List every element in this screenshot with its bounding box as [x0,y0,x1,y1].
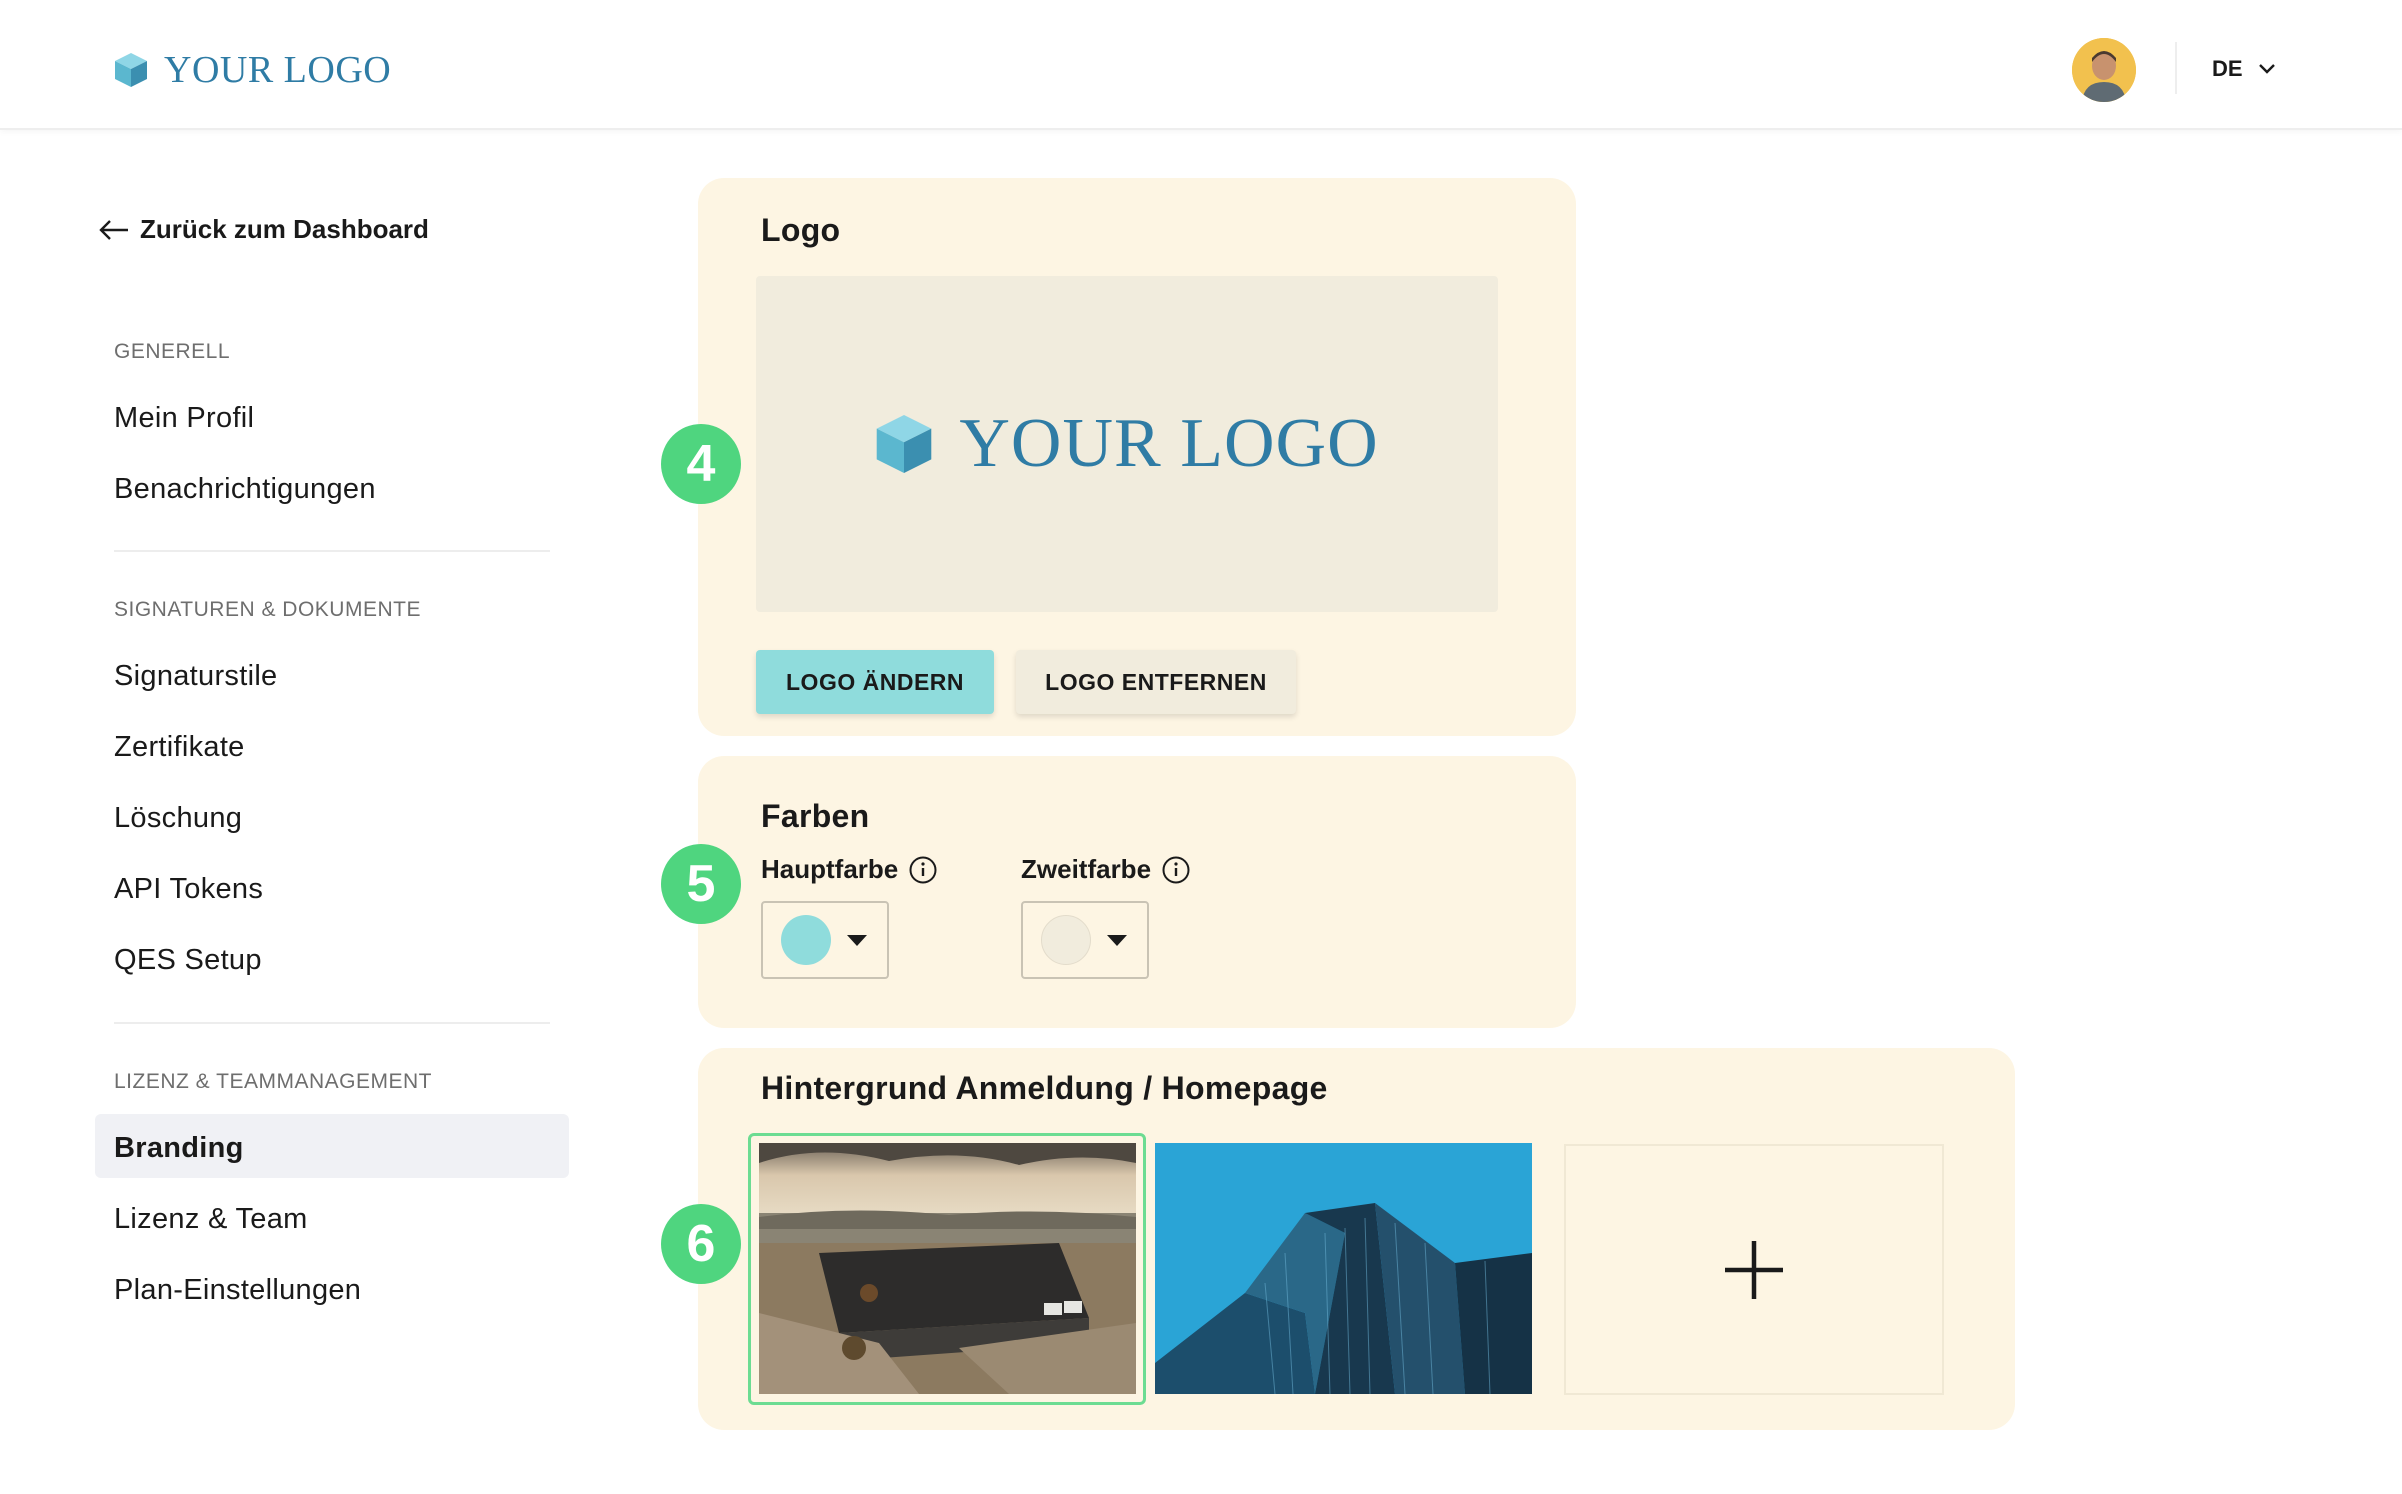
sidebar-item-loeschung[interactable]: Löschung [114,802,242,835]
plus-icon [1725,1240,1783,1299]
section-label-generell: GENERELL [114,340,231,363]
secondary-color-picker[interactable] [1021,901,1149,979]
step-badge-4: 4 [661,424,741,504]
secondary-color-text: Zweitfarbe [1021,854,1152,884]
arrow-left-icon [99,219,128,240]
secondary-color-label: Zweitfarbe [1021,854,1191,885]
avatar[interactable] [2072,38,2136,102]
remove-logo-button[interactable]: LOGO ENTFERNEN [1016,650,1296,714]
factory-aerial-image[interactable] [759,1143,1136,1394]
cube-icon [877,415,932,473]
logo-preview-text: YOUR LOGO [959,405,1379,482]
top-bar: YOUR LOGO DE [0,0,2402,130]
info-icon[interactable] [1161,855,1191,885]
step-badge-5: 5 [661,844,741,924]
sidebar-item-plan-einstellungen[interactable]: Plan-Einstellungen [114,1274,361,1307]
primary-color-swatch [781,915,831,965]
step-badge-6: 6 [661,1204,741,1284]
back-to-dashboard-link[interactable]: Zurück zum Dashboard [98,214,429,245]
colors-card-title: Farben [761,798,870,834]
sidebar-item-lizenz-team[interactable]: Lizenz & Team [114,1203,308,1236]
brand-logo[interactable]: YOUR LOGO [114,48,391,92]
skyscraper-image[interactable] [1155,1143,1532,1394]
primary-color-label: Hauptfarbe [761,854,938,885]
language-selector[interactable]: DE [2212,56,2277,82]
brand-text: YOUR LOGO [164,49,392,91]
sidebar-item-zertifikate[interactable]: Zertifikate [114,731,245,764]
sidebar-item-mein-profil[interactable]: Mein Profil [114,402,254,435]
colors-card [698,756,1576,1028]
change-logo-button[interactable]: LOGO ÄNDERN [756,650,994,714]
background-card-title: Hintergrund Anmeldung / Homepage [761,1070,1328,1106]
primary-color-picker[interactable] [761,901,889,979]
info-icon[interactable] [908,855,938,885]
logo-card-title: Logo [761,212,841,248]
user-photo [2072,38,2136,102]
sidebar-item-api-tokens[interactable]: API Tokens [114,873,263,906]
caret-down-icon [847,935,867,946]
cube-icon [115,53,147,87]
primary-color-text: Hauptfarbe [761,854,899,884]
sidebar-divider [114,550,550,552]
back-label: Zurück zum Dashboard [140,214,429,244]
sidebar-item-qes-setup[interactable]: QES Setup [114,944,262,977]
section-label-lizenz: LIZENZ & TEAMMANAGEMENT [114,1070,432,1093]
add-image-button[interactable] [1564,1144,1944,1395]
header-divider [2175,42,2177,94]
section-label-signaturen: SIGNATUREN & DOKUMENTE [114,598,421,621]
sidebar-item-branding[interactable]: Branding [114,1132,244,1165]
sidebar-divider [114,1022,550,1024]
sidebar-item-benachrichtigungen[interactable]: Benachrichtigungen [114,473,376,506]
logo-preview: YOUR LOGO [756,276,1498,612]
sidebar-item-signaturstile[interactable]: Signaturstile [114,660,278,693]
skyscraper-image-graphic [1155,1143,1532,1394]
factory-image-graphic [759,1143,1136,1394]
secondary-color-swatch [1041,915,1091,965]
caret-down-icon [1107,935,1127,946]
language-label: DE [2212,56,2243,81]
chevron-down-icon [2258,64,2275,74]
